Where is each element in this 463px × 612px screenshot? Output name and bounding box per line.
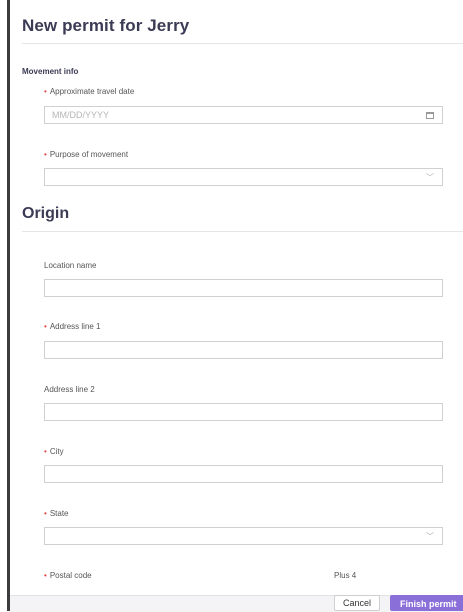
required-marker: • bbox=[44, 571, 47, 580]
calendar-icon[interactable] bbox=[426, 112, 434, 119]
city-label: • City bbox=[44, 447, 64, 456]
chevron-down-icon: ﹀ bbox=[426, 173, 434, 182]
address1-label: • Address line 1 bbox=[44, 322, 101, 331]
location-name-label: Location name bbox=[44, 261, 97, 270]
origin-heading: Origin bbox=[22, 205, 70, 222]
window-left-border bbox=[7, 0, 10, 611]
postal-code-label: • Postal code bbox=[44, 571, 92, 580]
required-marker: • bbox=[44, 87, 47, 96]
required-marker: • bbox=[44, 322, 47, 331]
state-label: • State bbox=[44, 509, 69, 518]
travel-date-field[interactable]: MM/DD/YYYY bbox=[44, 106, 443, 124]
purpose-label: • Purpose of movement bbox=[44, 150, 129, 159]
finish-permit-button[interactable]: Finish permit bbox=[390, 595, 463, 611]
required-marker: • bbox=[44, 447, 47, 456]
required-marker: • bbox=[44, 509, 47, 518]
chevron-down-icon: ﹀ bbox=[426, 532, 434, 541]
required-marker: • bbox=[44, 150, 47, 159]
page-title: New permit for Jerry bbox=[22, 16, 190, 35]
travel-date-placeholder: MM/DD/YYYY bbox=[52, 110, 110, 120]
city-field[interactable] bbox=[44, 465, 443, 483]
address1-field[interactable] bbox=[44, 341, 443, 359]
cancel-button[interactable]: Cancel bbox=[334, 595, 380, 611]
address2-field[interactable] bbox=[44, 403, 443, 421]
travel-date-label: • Approximate travel date bbox=[44, 87, 135, 96]
divider bbox=[22, 43, 463, 44]
plus4-label: Plus 4 bbox=[334, 571, 357, 580]
location-name-field[interactable] bbox=[44, 279, 443, 297]
section-label-movement-info: Movement info bbox=[22, 67, 79, 76]
divider bbox=[22, 231, 463, 232]
state-select[interactable]: ﹀ bbox=[44, 527, 443, 545]
address2-label: Address line 2 bbox=[44, 385, 95, 394]
purpose-select[interactable]: ﹀ bbox=[44, 168, 443, 186]
